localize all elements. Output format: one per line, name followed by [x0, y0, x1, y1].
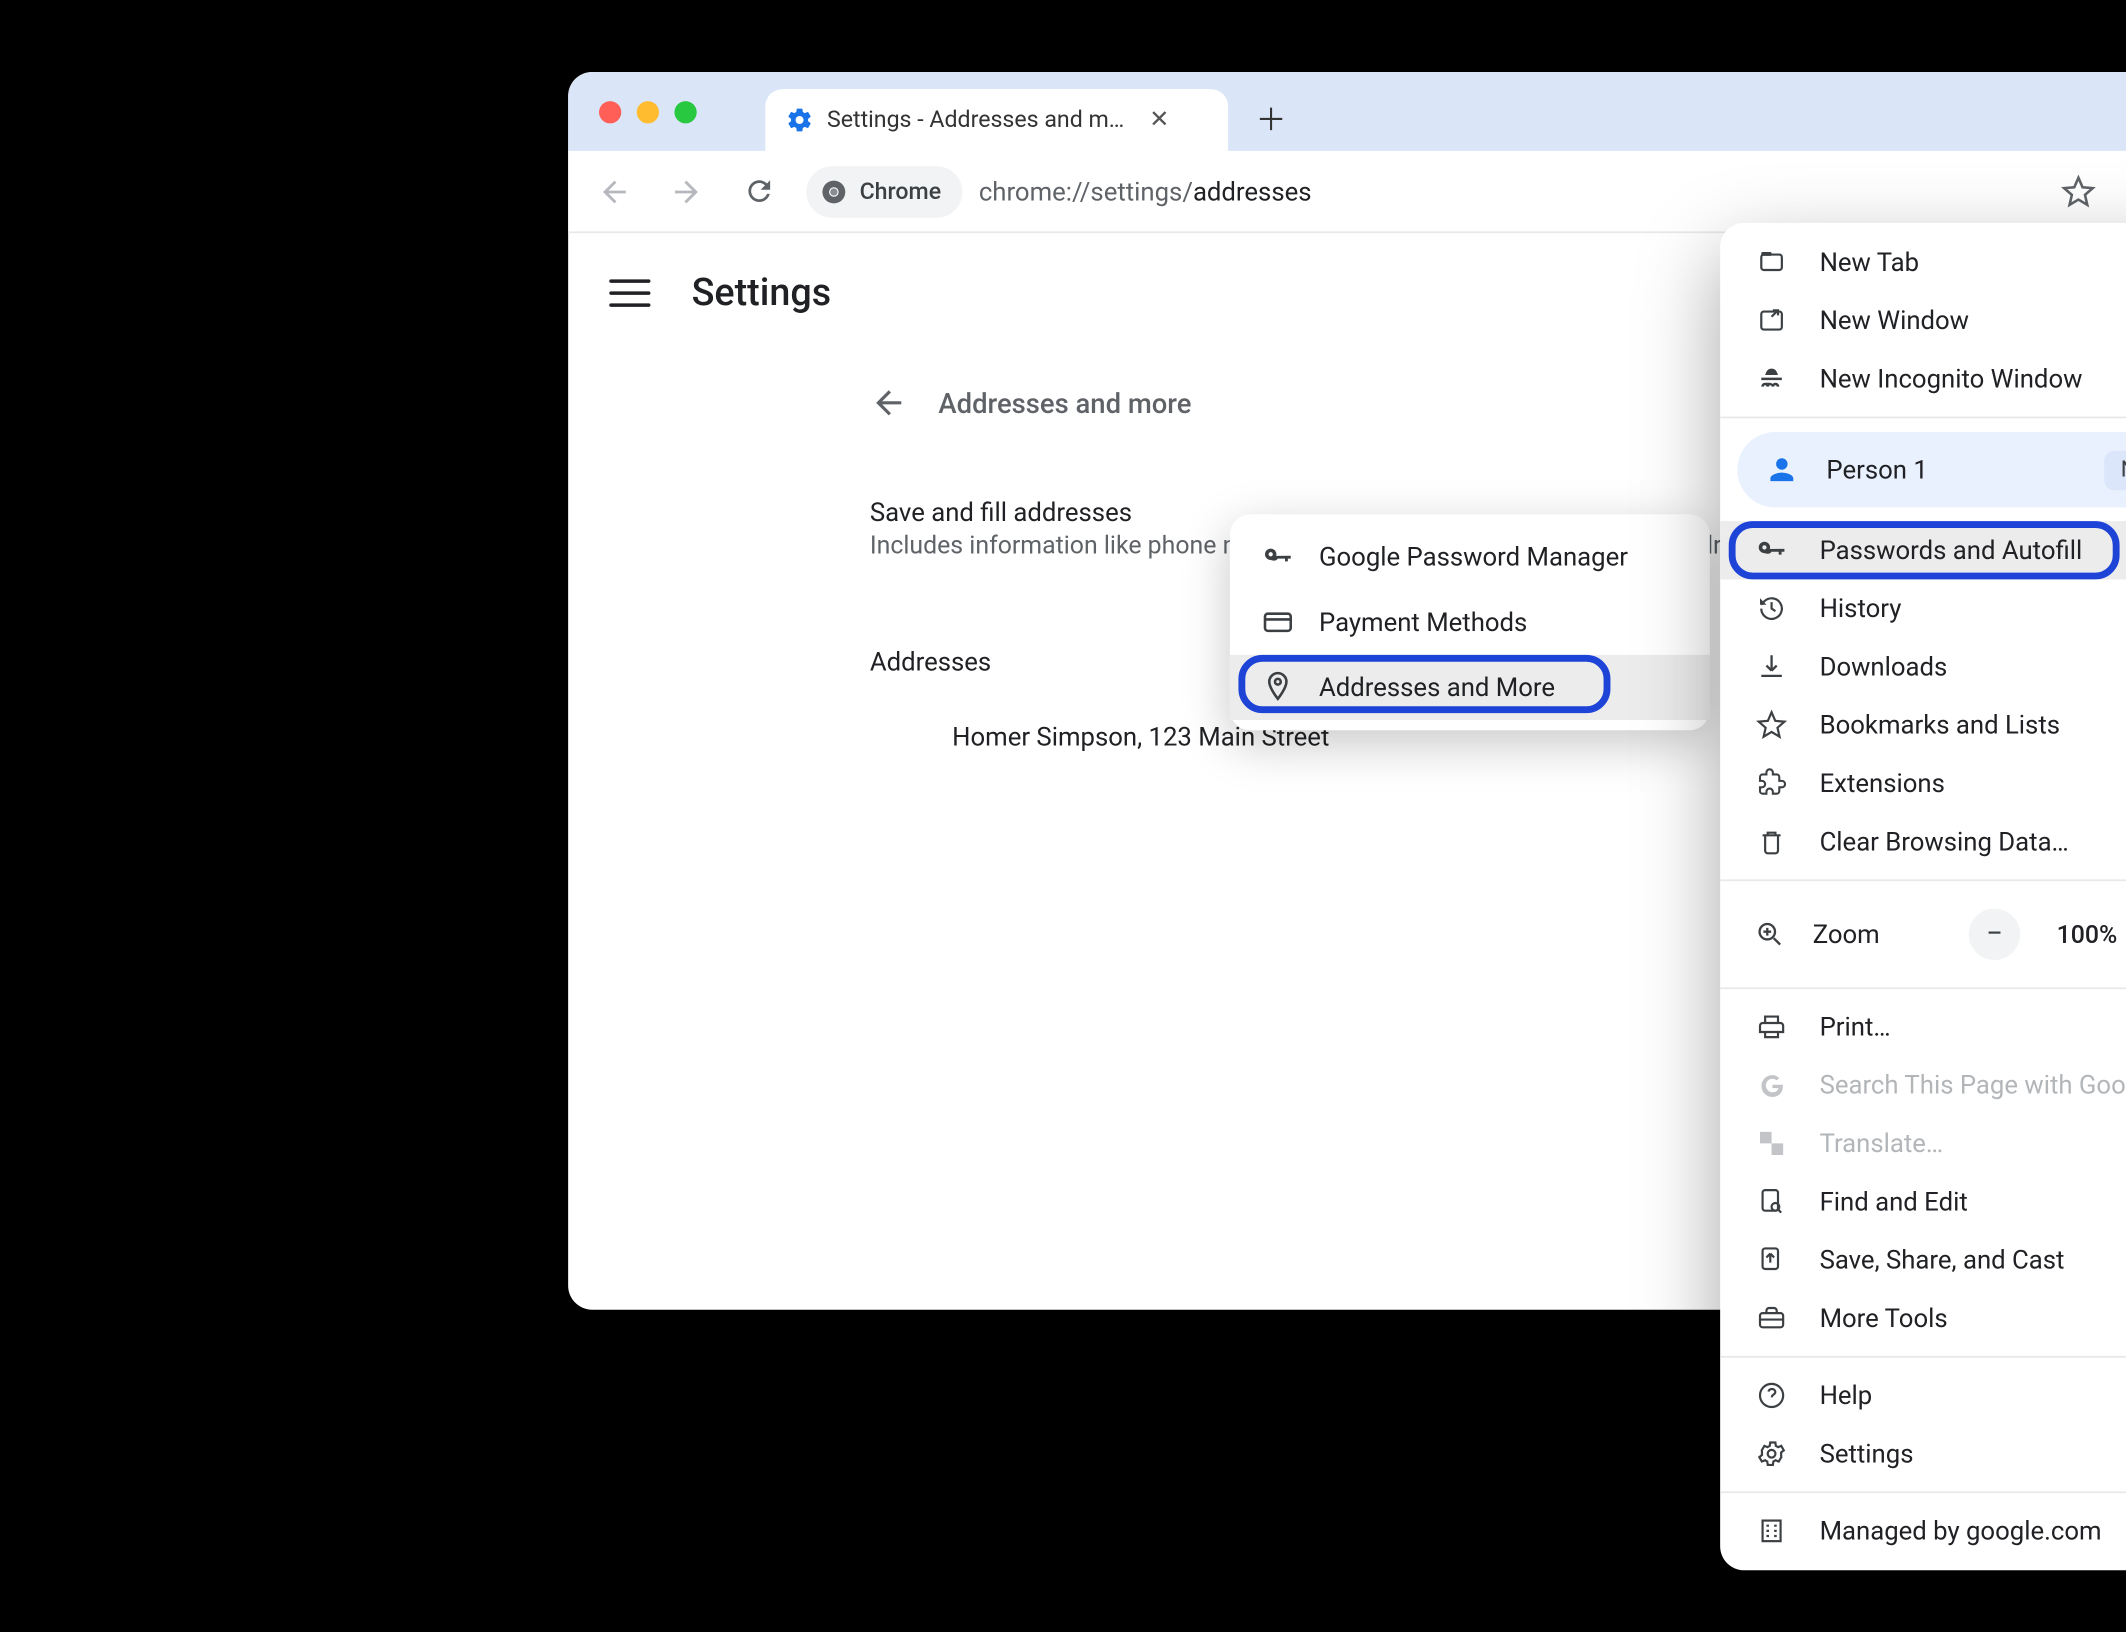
reload-button[interactable]	[729, 162, 787, 220]
autofill-submenu: Google Password Manager Payment Methods …	[1230, 514, 1710, 730]
menu-find[interactable]: Find and Edit	[1720, 1173, 2126, 1231]
menu-label: Save, Share, and Cast	[1820, 1245, 2126, 1276]
menu-managed[interactable]: Managed by google.com	[1720, 1502, 2126, 1560]
document-search-icon	[1754, 1186, 1788, 1217]
key-icon	[1261, 540, 1295, 574]
new-window-icon	[1754, 305, 1788, 336]
forward-button[interactable]	[657, 162, 715, 220]
menu-label: Settings	[1820, 1438, 2126, 1469]
bookmark-star-icon[interactable]	[2048, 160, 2110, 222]
chrome-icon	[820, 177, 847, 204]
back-arrow-icon[interactable]	[870, 384, 908, 422]
omnibox[interactable]: Chrome chrome://settings/addresses	[801, 160, 1421, 222]
toolbox-icon	[1754, 1303, 1788, 1334]
menu-profile-row[interactable]: Person 1 Not signed in	[1737, 432, 2126, 507]
menu-extensions[interactable]: Extensions	[1720, 754, 2126, 812]
maximize-window-button[interactable]	[674, 101, 696, 123]
tab-title: Settings - Addresses and more	[827, 106, 1136, 133]
card-icon	[1261, 605, 1295, 639]
menu-search-page: Search This Page with Google…	[1720, 1056, 2126, 1114]
menu-label: Downloads	[1820, 651, 2126, 682]
submenu-label: Payment Methods	[1319, 607, 1527, 638]
settings-gear-icon	[786, 106, 813, 133]
menu-settings[interactable]: Settings ⌘,	[1720, 1425, 2126, 1483]
menu-new-window[interactable]: New Window ⌘N	[1720, 291, 2126, 349]
menu-print[interactable]: Print… ⌘P	[1720, 998, 2126, 1056]
site-chip[interactable]: Chrome	[806, 165, 961, 216]
zoom-label: Zoom	[1813, 919, 1945, 950]
history-icon	[1754, 593, 1788, 624]
omnibox-url: chrome://settings/addresses	[979, 176, 1312, 207]
menu-label: Bookmarks and Lists	[1820, 710, 2126, 741]
download-icon	[1754, 651, 1788, 682]
menu-clear-data[interactable]: Clear Browsing Data… ⇧⌘⌫	[1720, 813, 2126, 871]
zoom-icon	[1754, 919, 1788, 950]
zoom-value: 100%	[2044, 920, 2126, 949]
menu-label: New Tab	[1820, 247, 2126, 278]
trash-icon	[1754, 826, 1788, 857]
new-tab-button[interactable]: ＋	[1245, 93, 1296, 144]
menu-help[interactable]: Help	[1720, 1366, 2126, 1424]
translate-icon	[1754, 1128, 1788, 1159]
menu-bookmarks[interactable]: Bookmarks and Lists	[1720, 696, 2126, 754]
back-button[interactable]	[585, 162, 643, 220]
chrome-main-menu: New Tab ⌘T New Window ⌘N New Incognito W…	[1720, 223, 2126, 1570]
tab-strip: Settings - Addresses and more ✕ ＋	[568, 72, 2126, 151]
minimize-window-button[interactable]	[637, 101, 659, 123]
menu-label: Translate…	[1820, 1128, 2126, 1159]
person-icon	[1761, 449, 1802, 490]
close-window-button[interactable]	[599, 101, 621, 123]
section-title: Addresses and more	[938, 387, 1191, 420]
menu-more-tools[interactable]: More Tools	[1720, 1289, 2126, 1347]
menu-downloads[interactable]: Downloads ⌥⌘L	[1720, 638, 2126, 696]
puzzle-icon	[1754, 768, 1788, 799]
menu-label: Print…	[1820, 1011, 2126, 1042]
new-tab-icon	[1754, 247, 1788, 278]
menu-zoom-row: Zoom − 100% +	[1720, 890, 2126, 979]
help-icon	[1754, 1380, 1788, 1411]
menu-label: New Window	[1820, 305, 2126, 336]
annotation-addresses-highlight	[1238, 655, 1610, 713]
submenu-password-manager[interactable]: Google Password Manager	[1230, 525, 1710, 590]
menu-incognito[interactable]: New Incognito Window ⇧⌘N	[1720, 350, 2126, 408]
menu-label: Help	[1820, 1380, 2126, 1411]
menu-label: New Incognito Window	[1820, 363, 2126, 394]
google-icon	[1754, 1071, 1788, 1100]
menu-label: Extensions	[1820, 768, 2126, 799]
menu-label: Find and Edit	[1820, 1186, 2126, 1217]
print-icon	[1754, 1011, 1788, 1042]
gear-icon	[1754, 1438, 1788, 1469]
window-controls	[599, 101, 697, 123]
profile-badge: Not signed in	[2104, 450, 2126, 489]
browser-toolbar: Chrome chrome://settings/addresses	[568, 151, 2126, 233]
menu-label: Clear Browsing Data…	[1820, 826, 2126, 857]
building-icon	[1754, 1515, 1788, 1546]
page-title: Settings	[692, 272, 832, 315]
menu-history[interactable]: History	[1720, 579, 2126, 637]
menu-translate: Translate…	[1720, 1114, 2126, 1172]
menu-cast[interactable]: Save, Share, and Cast	[1720, 1231, 2126, 1289]
submenu-label: Google Password Manager	[1319, 542, 1628, 573]
submenu-payment-methods[interactable]: Payment Methods	[1230, 590, 1710, 655]
annotation-passwords-highlight	[1729, 521, 2120, 579]
menu-label: History	[1820, 593, 2126, 624]
menu-new-tab[interactable]: New Tab ⌘T	[1720, 233, 2126, 291]
profile-name: Person 1	[1826, 454, 2079, 485]
hamburger-menu-icon[interactable]	[609, 273, 650, 314]
close-tab-icon[interactable]: ✕	[1149, 106, 1169, 133]
incognito-icon	[1754, 363, 1788, 394]
menu-label: More Tools	[1820, 1303, 2126, 1334]
menu-label: Search This Page with Google…	[1820, 1070, 2126, 1101]
browser-tab[interactable]: Settings - Addresses and more ✕	[765, 89, 1228, 151]
zoom-out-button[interactable]: −	[1969, 909, 2020, 960]
star-icon	[1754, 710, 1788, 741]
site-chip-label: Chrome	[860, 177, 942, 204]
menu-label: Managed by google.com	[1820, 1515, 2126, 1546]
share-icon	[1754, 1245, 1788, 1276]
